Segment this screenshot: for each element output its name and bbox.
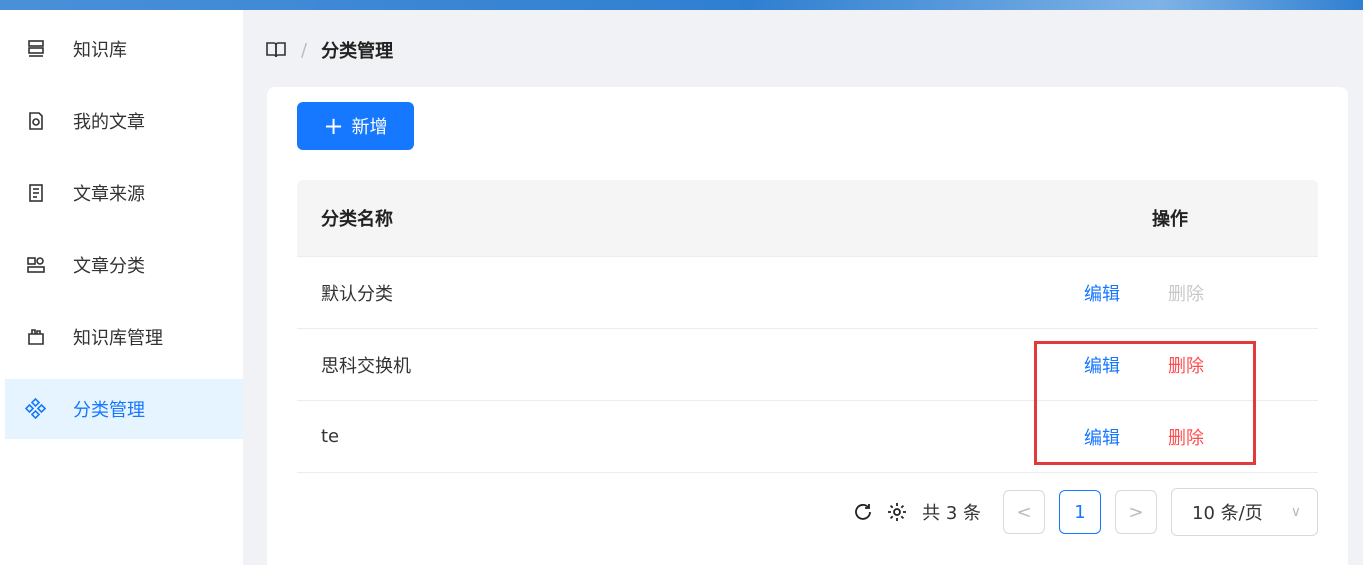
category-name-cell: 思科交换机 — [321, 355, 411, 377]
page-button-1[interactable]: 1 — [1059, 490, 1101, 534]
plus-icon: + — [323, 112, 344, 140]
sidebar-item-article-category[interactable]: 文章分类 — [5, 235, 243, 295]
page-size-select[interactable]: 10 条/页 ∨ — [1171, 488, 1318, 536]
sidebar-item-my-articles[interactable]: 我的文章 — [5, 91, 243, 151]
column-header-name: 分类名称 — [321, 209, 393, 230]
category-name-cell: te — [321, 426, 340, 447]
category-table: 分类名称 操作 默认分类 编辑 删除 思科交换机 编辑 删除 te 编辑 删除 — [297, 180, 1318, 473]
edit-link[interactable]: 编辑 — [1084, 352, 1120, 378]
article-category-icon — [25, 254, 47, 276]
sidebar-item-knowledge-base[interactable]: 知识库 — [5, 19, 243, 79]
page-size-value: 10 条/页 — [1192, 503, 1263, 524]
column-header-action: 操作 — [1152, 209, 1188, 230]
top-accent-bar — [0, 0, 1363, 10]
delete-link[interactable]: 删除 — [1168, 424, 1204, 450]
action-cell: 编辑 删除 — [1072, 280, 1318, 306]
sidebar-item-label: 知识库 — [73, 40, 127, 61]
category-name-cell: 默认分类 — [321, 283, 393, 305]
sidebar-item-article-source[interactable]: 文章来源 — [5, 163, 243, 223]
sidebar-item-category-manage[interactable]: 分类管理 — [5, 379, 243, 439]
content-card: + 新增 分类名称 操作 默认分类 编辑 删除 思科交换机 编辑 删除 te 编… — [267, 87, 1348, 565]
sidebar-item-label: 分类管理 — [73, 400, 145, 421]
edit-link[interactable]: 编辑 — [1084, 424, 1120, 450]
gear-icon[interactable] — [884, 499, 910, 525]
edit-link[interactable]: 编辑 — [1084, 280, 1120, 306]
chevron-down-icon: ∨ — [1290, 504, 1301, 520]
breadcrumb: / 分类管理 — [265, 35, 393, 65]
delete-link[interactable]: 删除 — [1168, 352, 1204, 378]
delete-link[interactable]: 删除 — [1168, 280, 1204, 306]
breadcrumb-separator: / — [301, 39, 308, 61]
add-button[interactable]: + 新增 — [297, 102, 414, 150]
sidebar: 知识库 我的文章 文章来源 文章分类 知识库管理 分类管理 — [0, 10, 243, 565]
sidebar-item-label: 知识库管理 — [73, 328, 163, 349]
my-articles-icon — [25, 110, 47, 132]
book-icon[interactable] — [265, 40, 287, 60]
sidebar-item-label: 文章分类 — [73, 256, 145, 277]
sidebar-item-label: 文章来源 — [73, 184, 145, 205]
article-source-icon — [25, 182, 47, 204]
table-row: 默认分类 编辑 删除 — [297, 257, 1318, 329]
prev-page-button[interactable]: < — [1003, 490, 1045, 534]
library-icon — [25, 38, 47, 60]
total-count: 共 3 条 — [922, 503, 981, 524]
next-page-button[interactable]: > — [1115, 490, 1157, 534]
sidebar-item-library-manage[interactable]: 知识库管理 — [5, 307, 243, 367]
pagination: 共 3 条 < 1 > 10 条/页 ∨ — [850, 487, 1318, 537]
action-cell: 编辑 删除 — [1072, 424, 1318, 450]
action-cell: 编辑 删除 — [1072, 352, 1318, 378]
library-manage-icon — [25, 326, 47, 348]
reload-icon[interactable] — [850, 499, 876, 525]
table-row: 思科交换机 编辑 删除 — [297, 329, 1318, 401]
table-row: te 编辑 删除 — [297, 401, 1318, 473]
add-button-label: 新增 — [351, 117, 388, 138]
page-title: 分类管理 — [321, 41, 394, 62]
sidebar-item-label: 我的文章 — [73, 112, 145, 133]
category-manage-icon — [25, 398, 47, 420]
table-header: 分类名称 操作 — [297, 180, 1318, 257]
